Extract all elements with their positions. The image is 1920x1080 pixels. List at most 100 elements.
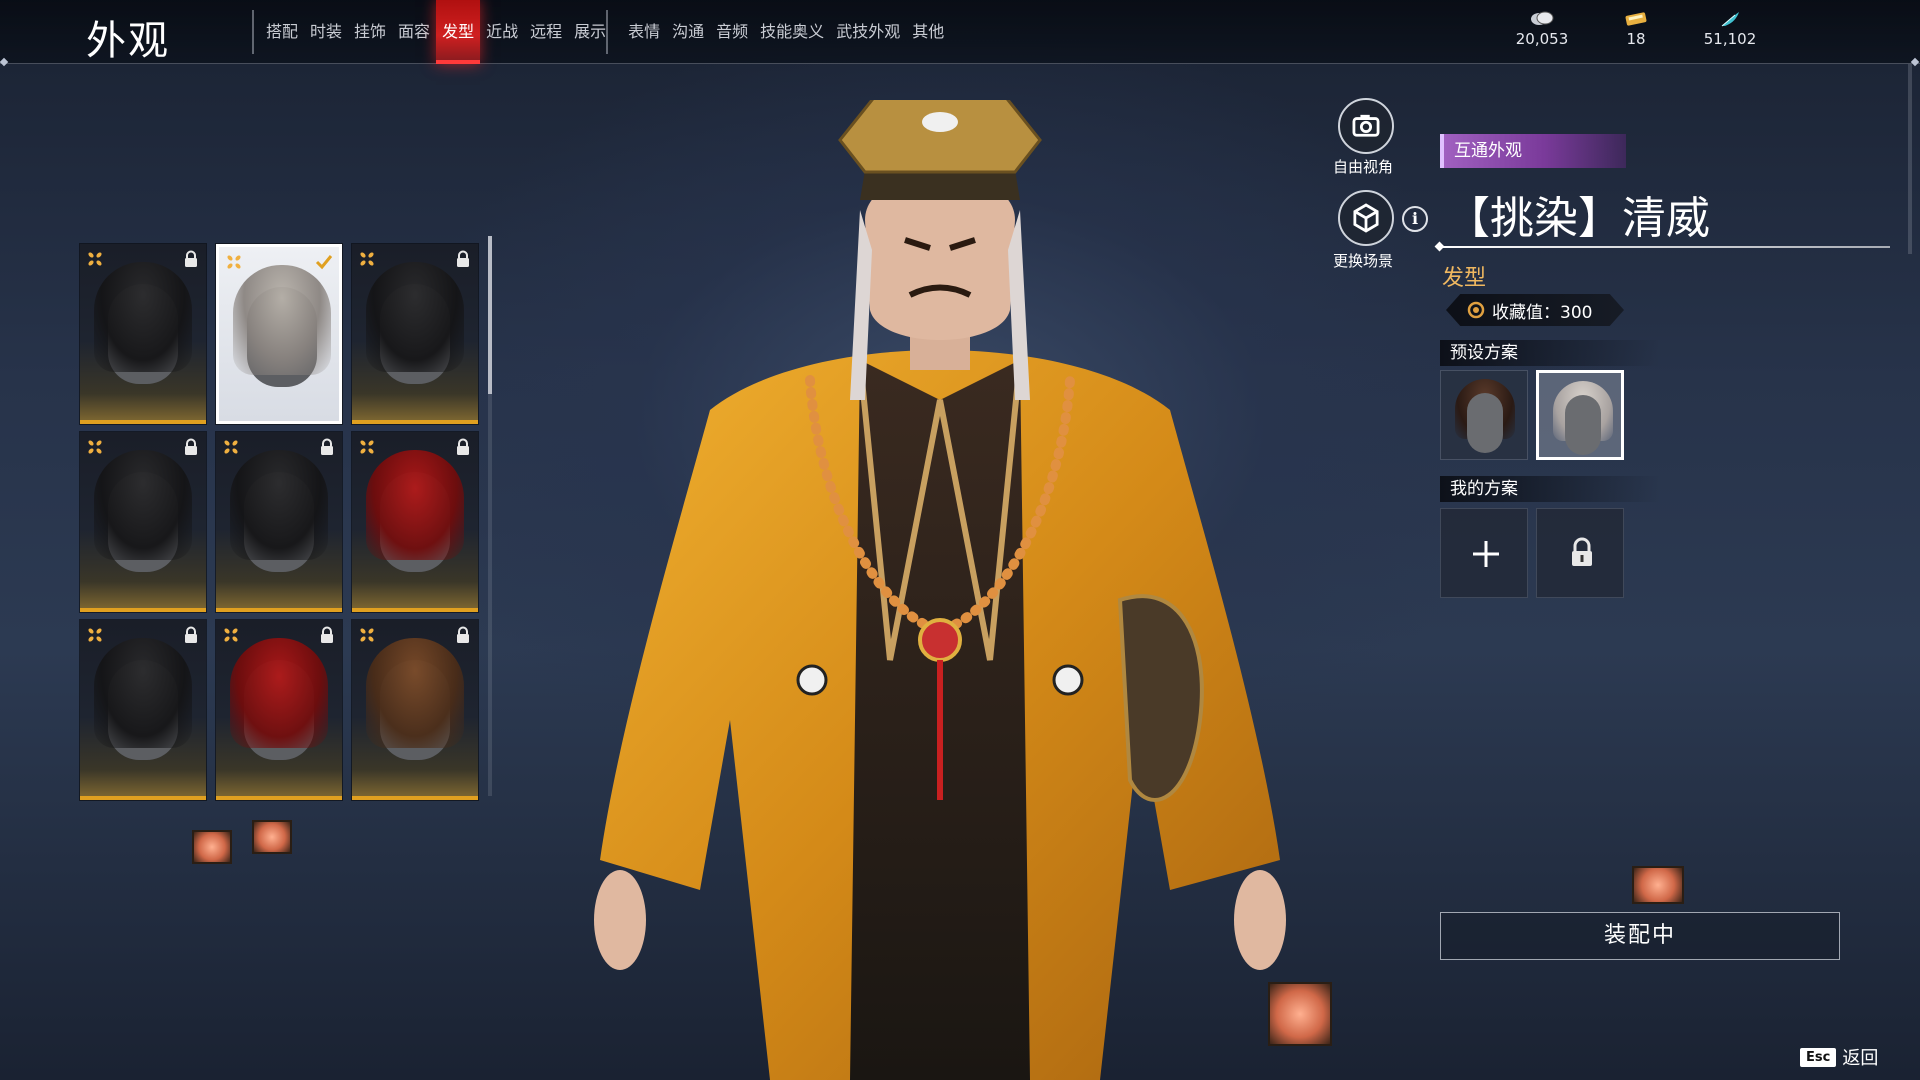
back-label: 返回 (1842, 1048, 1879, 1069)
rarity-flower-icon (86, 250, 104, 268)
head-preview (1565, 395, 1601, 455)
hairstyle-card[interactable] (352, 620, 478, 800)
item-category: 发型 (1442, 266, 1487, 291)
free-camera-button[interactable] (1338, 98, 1394, 154)
tab-12[interactable]: 武技外观 (830, 0, 906, 64)
tab-11[interactable]: 技能奥义 (754, 0, 830, 64)
cube-icon (1353, 203, 1379, 233)
rarity-flower-icon (86, 438, 104, 456)
hairstyle-card[interactable] (216, 432, 342, 612)
locked-plan-slot[interactable] (1536, 508, 1624, 598)
preset-plan-1[interactable] (1440, 370, 1528, 460)
collection-icon (1467, 301, 1485, 319)
lantern-decoration (192, 830, 232, 864)
tab-3[interactable]: 面容 (392, 0, 436, 64)
tab-5[interactable]: 近战 (480, 0, 524, 64)
my-plans-header: 我的方案 (1440, 476, 1660, 502)
currency-value: 18 (1626, 30, 1646, 48)
top-bar: 外观 搭配 时装 挂饰 面容 发型 近战 远程 展示 表情 沟通 音频 技能奥义 武技外观 其他 20,0… (0, 0, 1920, 67)
hair-preview (230, 638, 328, 748)
page-title: 外观 (86, 18, 170, 64)
equip-button[interactable]: 装配中 (1440, 912, 1840, 960)
lock-icon (454, 250, 472, 268)
lock-icon (182, 250, 200, 268)
left-hand (594, 870, 646, 970)
tab-2[interactable]: 挂饰 (348, 0, 392, 64)
rarity-flower-icon (222, 438, 240, 456)
lock-icon (454, 438, 472, 456)
esc-key: Esc (1800, 1047, 1837, 1067)
character-model[interactable] (560, 100, 1320, 1080)
scrollbar-thumb[interactable] (488, 236, 492, 394)
preset-header: 预设方案 (1440, 340, 1660, 366)
hairstyle-card[interactable] (80, 620, 206, 800)
edge-marker (1910, 57, 1920, 67)
collection-value-text: 收藏值：300 (1492, 302, 1593, 323)
coin-stack-icon (1531, 11, 1554, 25)
info-icon[interactable]: i (1402, 206, 1428, 232)
feather-icon (1721, 12, 1739, 27)
yin-yang-ornament (796, 664, 828, 696)
lock-icon (182, 626, 200, 644)
currency-value: 51,102 (1703, 30, 1757, 48)
lock-icon (182, 438, 200, 456)
hair-preview (230, 450, 328, 560)
hat (838, 100, 1042, 174)
hairstyle-card[interactable] (80, 432, 206, 612)
hair-preview (94, 450, 192, 560)
hair-preview (94, 638, 192, 748)
head-preview (1467, 393, 1503, 453)
currency-bar: 20,053 18 51,102 (1512, 10, 1760, 48)
edge-marker (0, 57, 9, 67)
rarity-flower-icon (358, 626, 376, 644)
grid-scrollbar[interactable] (488, 236, 492, 796)
currency-tickets: 18 (1606, 10, 1666, 48)
plus-icon (1473, 541, 1499, 567)
lantern-decoration (252, 820, 292, 854)
lantern-decoration (1632, 866, 1684, 904)
hair-preview (94, 262, 192, 372)
back-button[interactable]: Esc 返回 (1800, 1044, 1878, 1070)
title-divider (1440, 246, 1890, 248)
currency-feathers: 51,102 (1700, 10, 1760, 48)
hairstyle-card[interactable] (352, 432, 478, 612)
yin-yang-ornament (1052, 664, 1084, 696)
hairstyle-card[interactable] (352, 244, 478, 424)
hairstyle-card[interactable] (216, 620, 342, 800)
hairstyle-grid (80, 244, 490, 810)
right-hand (1234, 870, 1286, 970)
lantern-decoration (1268, 982, 1332, 1046)
add-plan-button[interactable] (1440, 508, 1528, 598)
lock-icon (318, 438, 336, 456)
tab-1[interactable]: 时装 (304, 0, 348, 64)
tab-4[interactable]: 发型 (436, 0, 481, 64)
hair-preview (366, 638, 464, 748)
change-scene-button[interactable] (1338, 190, 1394, 246)
tab-13[interactable]: 其他 (906, 0, 950, 64)
ticket-icon (1625, 12, 1647, 26)
hair-preview (366, 262, 464, 372)
rarity-flower-icon (358, 438, 376, 456)
lock-icon (1572, 537, 1592, 566)
hairstyle-card[interactable] (216, 244, 342, 424)
lock-icon (318, 626, 336, 644)
rarity-flower-icon (86, 626, 104, 644)
side-rule (1908, 64, 1912, 254)
divider (606, 10, 608, 54)
divider (252, 10, 254, 54)
tab-10[interactable]: 音频 (710, 0, 754, 64)
rarity-flower-icon (358, 250, 376, 268)
item-name: 【挑染】清威 (1446, 193, 1710, 244)
tab-6[interactable]: 远程 (524, 0, 568, 64)
rarity-flower-icon (225, 253, 243, 271)
currency-coins: 20,053 (1512, 10, 1572, 48)
hairstyle-card[interactable] (80, 244, 206, 424)
shared-appearance-badge: 互通外观 (1440, 134, 1626, 168)
hair-preview (233, 265, 331, 375)
tab-9[interactable]: 沟通 (666, 0, 710, 64)
hair-preview (366, 450, 464, 560)
camera-icon (1352, 114, 1380, 137)
preset-plan-2[interactable] (1536, 370, 1624, 460)
tab-8[interactable]: 表情 (622, 0, 666, 64)
tab-0[interactable]: 搭配 (260, 0, 304, 64)
